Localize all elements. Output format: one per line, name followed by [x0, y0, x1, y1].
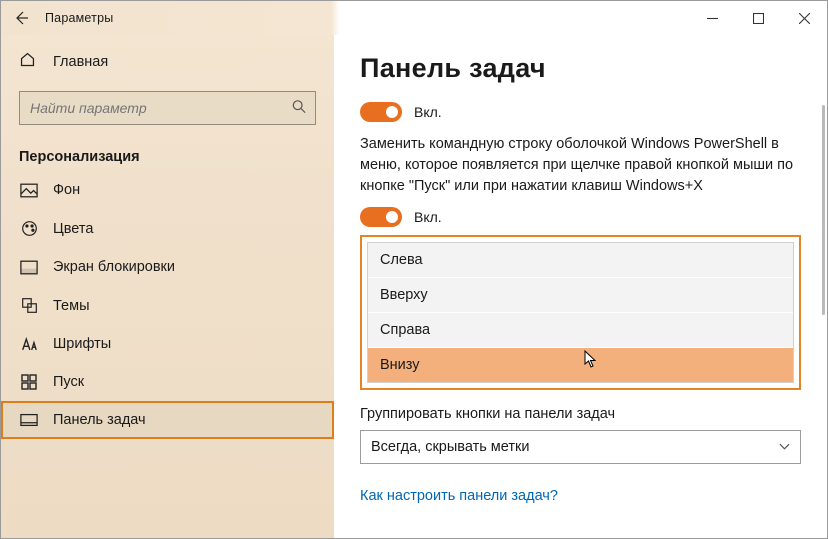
toggle-2-label: Вкл. — [414, 209, 442, 225]
dropdown-option-left[interactable]: Слева — [368, 243, 793, 278]
toggle-1-label: Вкл. — [414, 104, 442, 120]
window-title: Параметры — [45, 11, 113, 25]
setting-description: Заменить командную строку оболочкой Wind… — [360, 134, 800, 197]
fonts-icon — [19, 337, 39, 352]
section-title: Персонализация — [19, 149, 316, 165]
sidebar-item-home[interactable]: Главная — [1, 43, 334, 81]
maximize-button[interactable] — [735, 1, 781, 35]
nav-label: Экран блокировки — [53, 259, 175, 275]
dropdown-option-bottom[interactable]: Внизу — [368, 348, 793, 382]
nav-label: Фон — [53, 182, 80, 198]
search-input[interactable] — [19, 91, 316, 125]
nav-label: Цвета — [53, 221, 93, 237]
dropdown-highlight: Слева Вверху Справа Внизу — [360, 235, 801, 390]
dropdown-option-right[interactable]: Справа — [368, 313, 793, 348]
sidebar-item-background[interactable]: Фон — [1, 171, 334, 209]
nav-label: Панель задач — [53, 412, 146, 428]
chevron-down-icon — [779, 441, 790, 453]
page-title: Панель задач — [360, 53, 801, 84]
start-icon — [19, 374, 39, 390]
toggle-1[interactable] — [360, 102, 402, 122]
lock-screen-icon — [19, 260, 39, 275]
nav-label: Пуск — [53, 374, 84, 390]
group-buttons-combo[interactable]: Всегда, скрывать метки — [360, 430, 801, 464]
search-icon — [292, 100, 306, 117]
back-button[interactable] — [1, 1, 41, 35]
content: Панель задач Вкл. Заменить командную стр… — [334, 35, 827, 538]
sidebar-item-colors[interactable]: Цвета — [1, 209, 334, 248]
taskbar-icon — [19, 413, 39, 427]
sidebar-item-start[interactable]: Пуск — [1, 363, 334, 401]
help-link[interactable]: Как настроить панели задач? — [360, 488, 801, 504]
sidebar-item-fonts[interactable]: Шрифты — [1, 325, 334, 363]
taskbar-position-dropdown[interactable]: Слева Вверху Справа Внизу — [367, 242, 794, 383]
group-buttons-label: Группировать кнопки на панели задач — [360, 406, 801, 422]
themes-icon — [19, 297, 39, 314]
home-label: Главная — [53, 54, 108, 70]
palette-icon — [19, 220, 39, 237]
cursor-icon — [584, 350, 598, 374]
home-icon — [19, 51, 39, 73]
sidebar-item-taskbar[interactable]: Панель задач — [1, 401, 334, 439]
picture-icon — [19, 183, 39, 198]
toggle-2[interactable] — [360, 207, 402, 227]
sidebar-item-lockscreen[interactable]: Экран блокировки — [1, 248, 334, 286]
nav-label: Шрифты — [53, 336, 111, 352]
dropdown-option-top[interactable]: Вверху — [368, 278, 793, 313]
close-button[interactable] — [781, 1, 827, 35]
combo-value: Всегда, скрывать метки — [371, 439, 529, 455]
scrollbar[interactable] — [822, 105, 825, 315]
sidebar-item-themes[interactable]: Темы — [1, 286, 334, 325]
minimize-button[interactable] — [689, 1, 735, 35]
sidebar: Главная Персонализация Фон — [1, 35, 334, 538]
nav-label: Темы — [53, 298, 90, 314]
